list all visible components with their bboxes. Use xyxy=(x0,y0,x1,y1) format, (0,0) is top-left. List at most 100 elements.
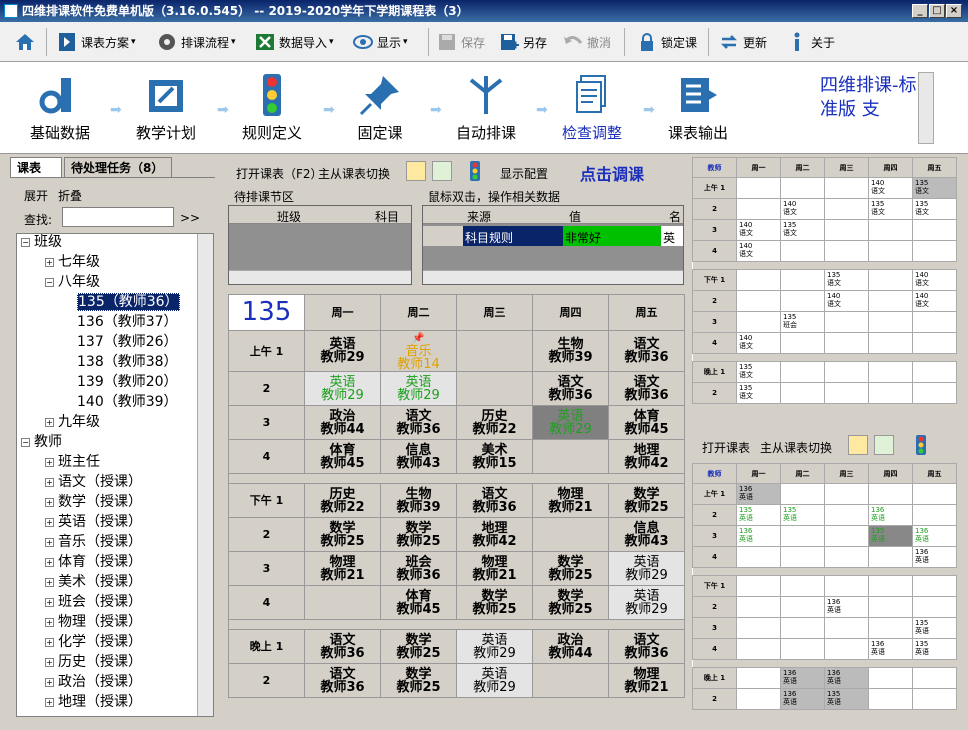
mini-cell[interactable] xyxy=(868,546,913,568)
schedule-cell[interactable]: 英语 教师29 xyxy=(608,585,685,620)
mini-cell[interactable]: 140 语文 xyxy=(736,240,781,262)
mini-cell[interactable] xyxy=(780,332,825,354)
import-menu[interactable]: 数据导入 ▾ xyxy=(254,28,334,56)
mini-cell[interactable] xyxy=(868,688,913,710)
schedule-cell[interactable]: 英语 教师29 xyxy=(456,629,533,664)
collapse-button[interactable]: 折叠 xyxy=(58,187,82,204)
source-cell[interactable]: 科目规则 xyxy=(463,226,563,246)
schedule-cell[interactable]: 数学 教师25 xyxy=(532,585,609,620)
undo-button[interactable]: 撤消 xyxy=(562,28,611,56)
step-output[interactable]: 课表输出 xyxy=(648,74,748,143)
scheme-menu[interactable]: 课表方案 ▾ xyxy=(56,28,136,56)
schedule-cell[interactable]: 语文 教师36 xyxy=(608,371,685,406)
mini-cell[interactable] xyxy=(824,575,869,597)
tree-node[interactable]: + 物理（授课） xyxy=(45,612,142,632)
mini-cell[interactable] xyxy=(912,361,957,383)
mini-cell[interactable] xyxy=(780,361,825,383)
schedule-cell[interactable]: 体育 教师45 xyxy=(608,405,685,440)
mini-cell[interactable] xyxy=(736,688,781,710)
mini-cell[interactable] xyxy=(868,332,913,354)
mini-cell[interactable] xyxy=(780,290,825,312)
schedule-cell[interactable] xyxy=(532,439,609,474)
mini-cell[interactable]: 135 英语 xyxy=(736,504,781,526)
lock-icon[interactable] xyxy=(406,161,426,181)
schedule-cell[interactable]: 物理 教师21 xyxy=(304,551,381,586)
mini-cell[interactable] xyxy=(824,525,869,547)
tree-node[interactable]: + 班主任 xyxy=(45,452,100,472)
mini-cell[interactable] xyxy=(912,504,957,526)
tree-node[interactable]: − 班级 xyxy=(21,234,62,252)
mini-cell[interactable] xyxy=(780,525,825,547)
mini-cell[interactable]: 135 班会 xyxy=(780,311,825,333)
schedule-cell[interactable]: 英语 教师29 xyxy=(304,330,381,372)
mini-cell[interactable] xyxy=(868,382,913,404)
mini-cell[interactable] xyxy=(780,177,825,199)
switch-schedule-button[interactable]: 主从课表切换 xyxy=(760,439,832,456)
tree-node[interactable]: + 九年级 xyxy=(45,412,100,432)
tree-node[interactable]: 137（教师26） xyxy=(77,332,178,352)
tree-node[interactable]: + 体育（授课） xyxy=(45,552,142,572)
schedule-cell[interactable] xyxy=(304,585,381,620)
schedule-cell[interactable]: 数学 教师25 xyxy=(456,585,533,620)
mini-cell[interactable]: 136 英语 xyxy=(868,504,913,526)
mini-cell[interactable]: 135 英语 xyxy=(780,504,825,526)
mini-cell[interactable] xyxy=(912,667,957,689)
value-cell[interactable]: 非常好 xyxy=(563,226,661,246)
mini-cell[interactable] xyxy=(780,546,825,568)
schedule-cell[interactable]: 英语 教师29 xyxy=(608,551,685,586)
tree-node[interactable]: + 美术（授课） xyxy=(45,572,142,592)
mini-cell[interactable] xyxy=(824,504,869,526)
mini-cell[interactable] xyxy=(824,311,869,333)
mini-cell[interactable] xyxy=(736,575,781,597)
mini-cell[interactable] xyxy=(780,483,825,505)
mini-cell[interactable] xyxy=(736,617,781,639)
mini-cell[interactable] xyxy=(824,617,869,639)
home-button[interactable] xyxy=(14,28,39,56)
mouse-data-grid[interactable]: 来源 值 名 科目规则 非常好 英语 xyxy=(422,205,684,285)
schedule-cell[interactable]: 班会 教师36 xyxy=(380,551,457,586)
mini-cell[interactable] xyxy=(824,198,869,220)
click-adjust-label[interactable]: 点击调课 xyxy=(580,161,644,185)
schedule-cell[interactable]: 历史 教师22 xyxy=(456,405,533,440)
schedule-cell[interactable]: 英语 教师29 xyxy=(304,371,381,406)
mini-cell[interactable]: 136 英语 xyxy=(736,525,781,547)
schedule-cell[interactable]: 数学 教师25 xyxy=(380,629,457,664)
step-check[interactable]: 检查调整 xyxy=(542,74,642,143)
mini-cell[interactable] xyxy=(912,688,957,710)
mini-cell[interactable] xyxy=(780,617,825,639)
mini-cell[interactable] xyxy=(868,240,913,262)
close-button[interactable]: × xyxy=(946,4,962,18)
open-schedule-button[interactable]: 打开课表 xyxy=(702,439,750,456)
mini-cell[interactable] xyxy=(824,483,869,505)
mini-cell[interactable] xyxy=(736,596,781,618)
mini-cell[interactable]: 135 语文 xyxy=(912,198,957,220)
about-button[interactable]: 关于 xyxy=(786,28,835,56)
schedule-cell[interactable]: 语文 教师36 xyxy=(456,483,533,518)
lock-button[interactable]: 锁定课 xyxy=(636,28,697,56)
unlock-icon[interactable] xyxy=(432,161,452,181)
mini-cell[interactable]: 136 英语 xyxy=(868,638,913,660)
tab-schedule[interactable]: 课表 xyxy=(10,157,62,177)
schedule-cell[interactable]: 数学 教师25 xyxy=(380,663,457,698)
tree-node[interactable]: + 地理（授课） xyxy=(45,692,142,712)
mini-cell[interactable] xyxy=(868,617,913,639)
tree-node[interactable]: − 八年级 xyxy=(45,272,100,292)
mini-cell[interactable] xyxy=(824,638,869,660)
mini-cell[interactable]: 135 英语 xyxy=(824,688,869,710)
mini-cell[interactable] xyxy=(868,361,913,383)
mini-cell[interactable] xyxy=(824,219,869,241)
mini-cell[interactable]: 140 语文 xyxy=(780,198,825,220)
mini-cell[interactable]: 135 语文 xyxy=(868,198,913,220)
step-rules[interactable]: 规则定义 xyxy=(222,74,322,143)
update-button[interactable]: 更新 xyxy=(718,28,767,56)
pending-hscroll[interactable] xyxy=(229,270,411,284)
traffic-light-icon[interactable] xyxy=(468,161,482,181)
mini-cell[interactable] xyxy=(912,483,957,505)
tree-node[interactable]: 140（教师39） xyxy=(77,392,178,412)
mini-cell[interactable] xyxy=(736,638,781,660)
schedule-cell[interactable]: 语文 教师36 xyxy=(608,629,685,664)
schedule-cell[interactable]: 信息 教师43 xyxy=(380,439,457,474)
mini-cell[interactable]: 140 语文 xyxy=(736,219,781,241)
mini-cell[interactable] xyxy=(780,240,825,262)
mini-cell[interactable]: 135 语文 xyxy=(736,361,781,383)
